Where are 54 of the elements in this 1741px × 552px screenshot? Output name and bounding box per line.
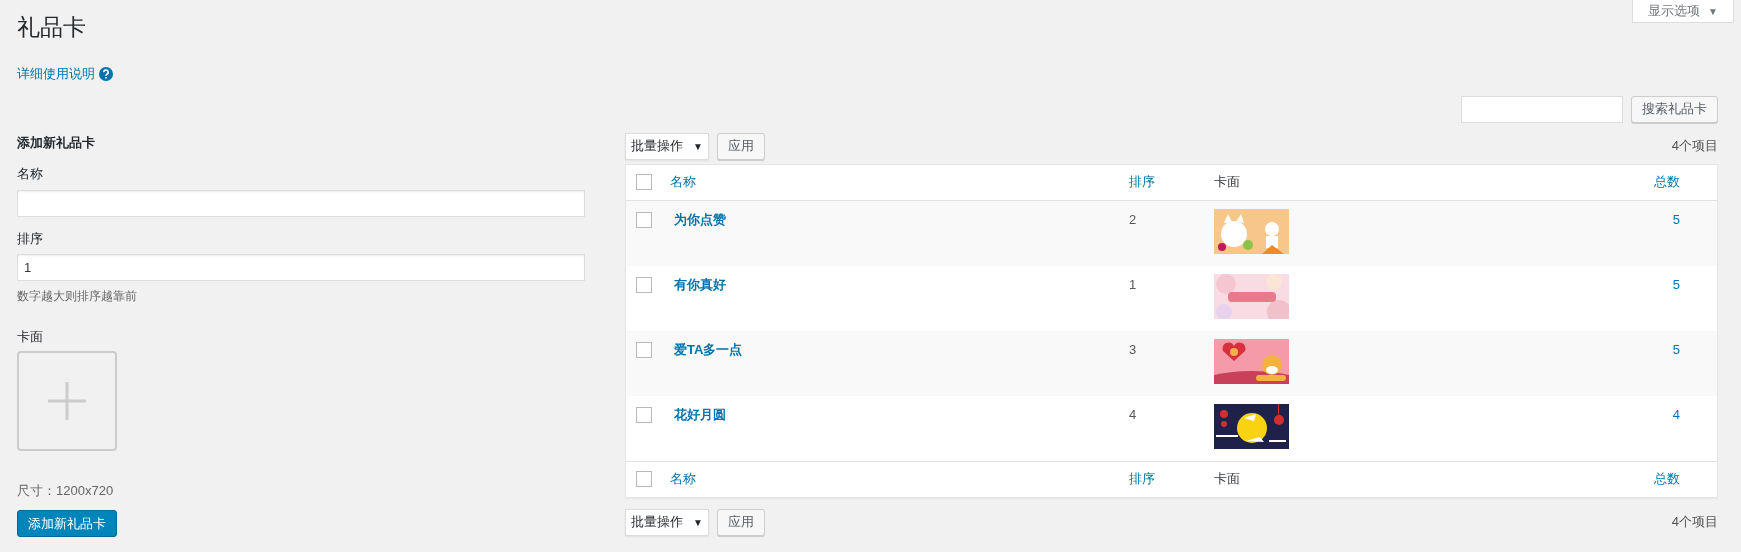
caret-icon: ▼	[693, 514, 703, 530]
field-label: 名称	[17, 165, 44, 183]
field-label: 卡面	[17, 328, 44, 346]
gift-card-name-link[interactable]: 有你真好	[674, 276, 726, 292]
column-header[interactable]: 名称	[670, 174, 696, 190]
column-header: 卡面	[1214, 174, 1240, 190]
column-header[interactable]: 排序	[1129, 174, 1155, 190]
total-count-link[interactable]: 4	[1672, 404, 1680, 424]
checkbox[interactable]	[636, 471, 652, 487]
plus-icon	[48, 381, 86, 420]
input-field[interactable]: 1	[17, 254, 585, 281]
gift-card-name-link[interactable]: 爱TA多一点	[674, 341, 743, 357]
gift-card-name-link[interactable]: 花好月圆	[674, 406, 726, 422]
order-value: 2	[1129, 211, 1137, 227]
input-field[interactable]	[17, 189, 585, 217]
caret-icon: ▼	[693, 138, 703, 154]
column-header[interactable]: 排序	[1129, 471, 1155, 487]
form-heading: 添加新礼品卡	[17, 133, 96, 152]
gift-card-name-link[interactable]: 为你点赞	[674, 211, 726, 227]
column-header[interactable]: 名称	[670, 471, 696, 487]
caret-icon: ▼	[1708, 3, 1718, 19]
search-button[interactable]: 搜索礼品卡	[1631, 95, 1718, 123]
checkbox[interactable]	[636, 276, 652, 293]
bulk-action-dropdown[interactable]: 批量操作 ▼	[625, 132, 709, 160]
search-field[interactable]	[1461, 95, 1623, 123]
total-count-link[interactable]: 5	[1672, 274, 1680, 294]
item-count: 4个项目	[1671, 137, 1718, 156]
image-upload-box[interactable]	[17, 350, 117, 451]
column-header[interactable]: 总数	[1654, 172, 1680, 192]
apply-button[interactable]: 应用	[717, 132, 765, 160]
apply-button[interactable]: 应用	[717, 508, 765, 536]
field-hint: 数字越大则排序越靠前	[17, 288, 138, 305]
page-title: 礼品卡	[17, 13, 87, 42]
size-note: 尺寸：1200x720	[17, 481, 115, 500]
total-count-link[interactable]: 5	[1672, 209, 1680, 229]
checkbox[interactable]	[636, 406, 652, 423]
checkbox[interactable]	[636, 174, 652, 190]
checkbox[interactable]	[636, 341, 652, 358]
help-link[interactable]: 详细使用说明	[17, 64, 95, 84]
dropdown-value: 批量操作	[631, 137, 683, 156]
checkbox[interactable]	[636, 211, 652, 228]
order-value: 4	[1129, 406, 1137, 422]
bulk-action-dropdown[interactable]: 批量操作 ▼	[625, 508, 709, 536]
dropdown-value: 批量操作	[631, 513, 683, 532]
field-label: 排序	[17, 229, 44, 248]
order-value: 1	[1129, 276, 1137, 292]
help-icon	[99, 66, 113, 81]
item-count: 4个项目	[1671, 513, 1718, 532]
column-header: 卡面	[1214, 471, 1240, 487]
order-value: 3	[1129, 341, 1137, 357]
add-gift-card-button[interactable]: 添加新礼品卡	[17, 510, 117, 537]
column-header[interactable]: 总数	[1654, 469, 1680, 489]
screen-options-button[interactable]: 显示选项 ▼	[1632, 0, 1734, 23]
total-count-link[interactable]: 5	[1672, 339, 1680, 359]
